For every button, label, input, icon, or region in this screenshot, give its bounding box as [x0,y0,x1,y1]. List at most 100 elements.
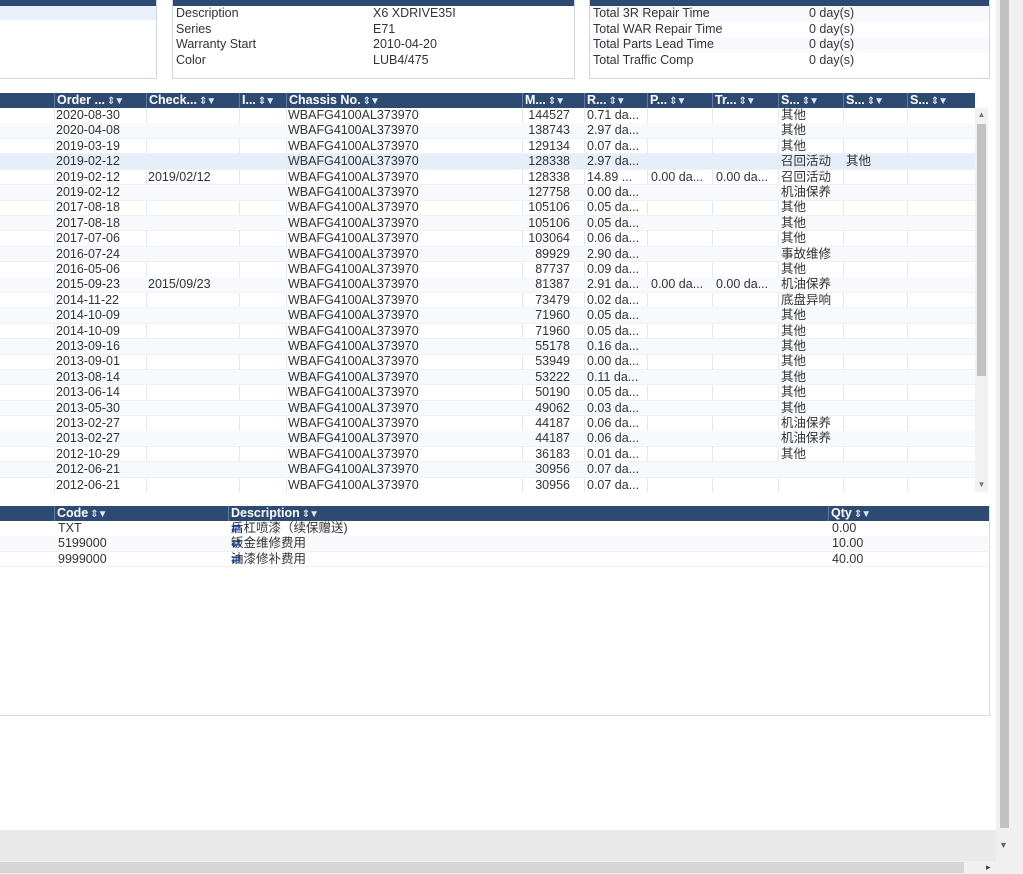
vehicle-info-label: Series [176,21,212,36]
table-cell: 73479 [535,292,570,307]
table-row[interactable]: 2014-10-09 WBAFG4100AL373970 71960 0.05 da.… [0,308,975,324]
table-cell: WBAFG4100AL373970 [288,400,419,415]
sort-filter-icon[interactable]: ⇕▼ [867,96,884,107]
table-cell: WBAFG4100AL373970 [288,323,419,338]
table-cell: 0.05 da... [587,385,640,400]
table-cell: 2017-08-18 [56,200,120,215]
scroll-right-arrow-icon[interactable]: ▸ [986,861,991,874]
orders-column-header[interactable]: Tr... ⇕▼ [712,93,778,108]
table-row[interactable]: 2015-09-23 2015/09/23 WBAFG4100AL373970 813… [0,277,975,293]
table-cell: 2016-05-06 [56,262,120,276]
table-cell: WBAFG4100AL373970 [288,369,419,384]
table-cell: 召回活动 [781,169,832,184]
sort-filter-icon[interactable]: ⇕▼ [258,96,275,107]
sort-filter-icon[interactable]: ⇕▼ [802,96,819,107]
totals-row: Total WAR Repair Time 0 day(s) [590,22,989,38]
table-row[interactable]: 2012-06-21 WBAFG4100AL373970 30956 0.07 da.… [0,478,975,492]
table-row[interactable]: TXT ⇄ 后杠喷漆（续保赠送) 0.00 [0,521,988,537]
sort-filter-icon[interactable]: ⇕▼ [931,96,948,107]
table-cell: 机油保养 [781,416,832,430]
table-cell: 2017-07-06 [56,231,120,246]
table-cell: WBAFG4100AL373970 [288,416,419,430]
table-cell: 138743 [528,123,570,138]
table-cell: 其他 [781,323,807,338]
table-row[interactable]: 2013-02-27 WBAFG4100AL373970 44187 0.06 da.… [0,431,975,447]
table-cell: WBAFG4100AL373970 [288,339,419,353]
orders-column-header[interactable]: S... ⇕▼ [778,93,843,108]
table-cell: 其他 [781,354,807,369]
column-title: Order ... [57,93,105,107]
orders-column-header[interactable]: P... ⇕▼ [647,93,712,108]
sort-filter-icon[interactable]: ⇕▼ [107,96,124,107]
table-cell: 底盘异响 [781,292,832,307]
orders-column-header[interactable]: S... ⇕▼ [907,93,975,108]
table-cell: 2019-03-19 [56,138,120,153]
table-cell: 0.71 da... [587,108,640,122]
table-row[interactable]: 2014-11-22 WBAFG4100AL373970 73479 0.02 da.… [0,293,975,309]
table-cell: 0.00 da... [716,277,769,292]
table-row[interactable]: 2013-06-14 WBAFG4100AL373970 50190 0.05 da.… [0,385,975,401]
orders-column-header[interactable]: Chassis No. ⇕▼ [286,93,522,108]
scroll-down-arrow-icon[interactable]: ▼ [977,480,986,490]
column-title: S... [846,93,865,107]
table-row[interactable]: 2020-04-08 WBAFG4100AL373970 138743 2.97 da… [0,123,975,139]
scroll-up-arrow-icon[interactable]: ▲ [977,110,986,120]
page-scroll-down-icon[interactable]: ▼ [999,840,1008,850]
orders-column-header[interactable]: R... ⇕▼ [584,93,647,108]
table-cell: 2015-09-23 [56,277,120,292]
table-row[interactable]: 2013-02-27 WBAFG4100AL373970 44187 0.06 da.… [0,416,975,432]
page-vertical-scrollbar[interactable]: ▼ [996,0,1023,874]
table-row[interactable]: 2012-10-29 WBAFG4100AL373970 36183 0.01 da.… [0,447,975,463]
page-horizontal-scrollbar[interactable]: ▸ [0,861,996,874]
table-cell: 2019/02/12 [148,169,211,184]
totals-row: Total Parts Lead Time 0 day(s) [590,37,989,53]
orders-vertical-scrollbar[interactable]: ▲ ▼ [975,108,988,492]
orders-column-header[interactable]: I... ⇕▼ [239,93,286,108]
table-cell: WBAFG4100AL373970 [288,277,419,292]
table-row[interactable]: 2016-05-06 WBAFG4100AL373970 87737 0.09 da.… [0,262,975,278]
table-row[interactable]: 2017-07-06 WBAFG4100AL373970 103064 0.06 da… [0,231,975,247]
left-box-selected-row[interactable] [0,6,156,20]
table-row[interactable]: 2013-05-30 WBAFG4100AL373970 49062 0.03 da.… [0,400,975,417]
table-row[interactable]: 2019-02-12 WBAFG4100AL373970 128338 2.97 da… [0,154,975,170]
table-row[interactable]: 2019-02-12 2019/02/12 WBAFG4100AL373970 128… [0,170,975,186]
sort-filter-icon[interactable]: ⇕▼ [608,96,625,107]
table-row[interactable]: 2014-10-09 WBAFG4100AL373970 71960 0.05 da.… [0,324,975,340]
table-row[interactable]: 2013-09-01 WBAFG4100AL373970 53949 0.00 da.… [0,354,975,370]
vehicle-info-label: Color [176,52,206,67]
table-row[interactable]: 5199000 ⇄ 钣金维修费用 10.00 [0,536,988,552]
table-row[interactable]: 2020-08-30 WBAFG4100AL373970 144527 0.71 da… [0,108,975,124]
page-scroll-thumb[interactable] [1000,0,1009,828]
table-row[interactable]: 2019-02-12 WBAFG4100AL373970 127758 0.00 da… [0,185,975,201]
sort-filter-icon[interactable]: ⇕▼ [199,96,216,107]
table-row[interactable]: 2012-06-21 WBAFG4100AL373970 30956 0.07 da.… [0,462,975,478]
totals-value: 0 day(s) [809,6,855,20]
horizontal-scroll-thumb[interactable] [0,862,964,873]
table-cell: WBAFG4100AL373970 [288,446,419,461]
table-row[interactable]: 2017-08-18 WBAFG4100AL373970 105106 0.05 da… [0,215,975,232]
table-cell: 其他 [781,231,807,246]
table-cell: 2013-02-27 [56,416,120,430]
orders-scroll-thumb[interactable] [977,124,986,376]
orders-column-header[interactable]: Check... ⇕▼ [146,93,239,108]
orders-column-header[interactable]: S... ⇕▼ [843,93,907,108]
vehicle-info-label: Warranty Start [176,37,257,51]
table-row[interactable]: 9999000 ⇄ 油漆修补费用 40.00 [0,552,988,568]
sort-filter-icon[interactable]: ⇕▼ [363,96,380,107]
table-row[interactable]: 2019-03-19 WBAFG4100AL373970 129134 0.07 da… [0,139,975,155]
table-row[interactable]: 2013-08-14 WBAFG4100AL373970 53222 0.11 da.… [0,369,975,386]
table-cell: 0.07 da... [587,477,640,492]
sort-filter-icon[interactable]: ⇕▼ [548,96,565,107]
sort-filter-icon[interactable]: ⇕▼ [669,96,686,107]
table-row[interactable]: 2013-09-16 WBAFG4100AL373970 55178 0.16 da.… [0,339,975,355]
sort-filter-icon[interactable]: ⇕▼ [739,96,756,107]
table-cell: 2020-08-30 [56,108,120,122]
table-row[interactable]: 2016-07-24 WBAFG4100AL373970 89929 2.90 da.… [0,246,975,263]
orders-column-header[interactable]: Order ... ⇕▼ [54,93,146,108]
table-cell: 其他 [781,262,807,276]
table-cell: 其他 [781,200,807,215]
orders-column-header[interactable]: M... ⇕▼ [522,93,584,108]
orders-grid-body: 2020-08-30 WBAFG4100AL373970 144527 0.71 da… [0,108,975,492]
table-cell: WBAFG4100AL373970 [288,215,419,230]
table-row[interactable]: 2017-08-18 WBAFG4100AL373970 105106 0.05 da… [0,200,975,216]
